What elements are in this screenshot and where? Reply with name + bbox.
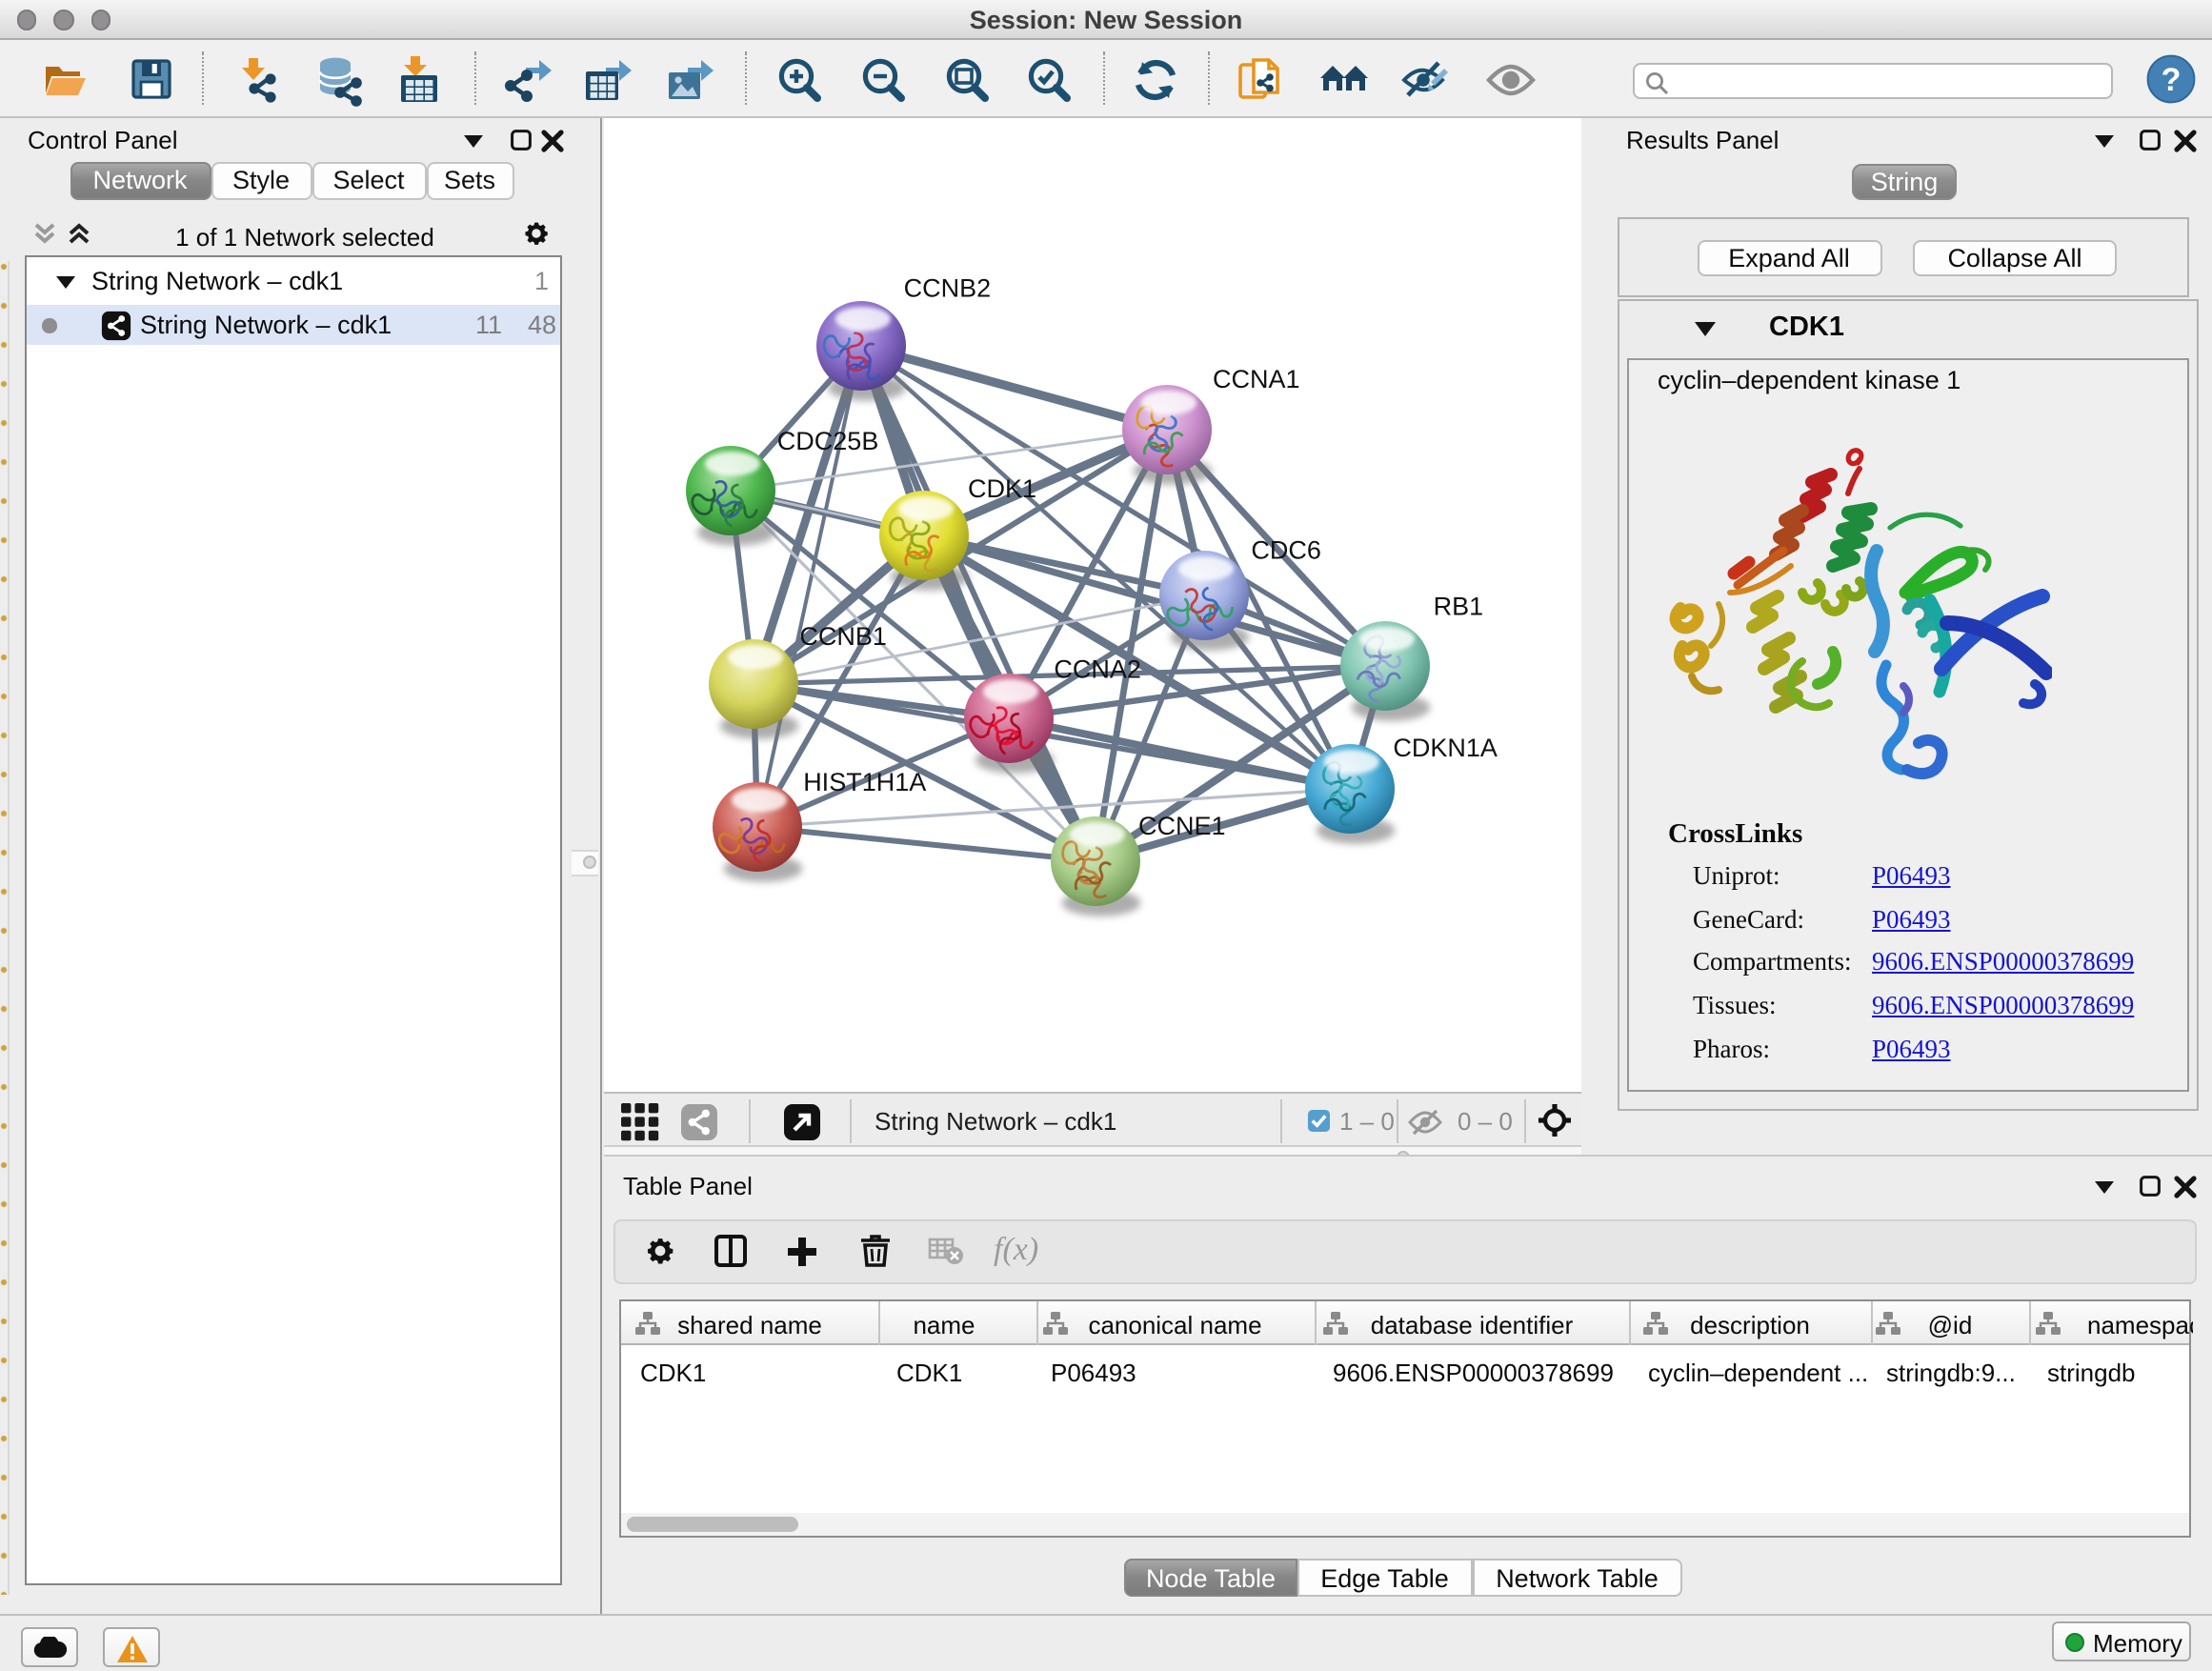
svg-text:?: ? [2162,62,2182,98]
svg-text:CDK1: CDK1 [967,474,1036,503]
svg-text:CDC25B: CDC25B [776,427,878,455]
svg-text:CDC6: CDC6 [1250,536,1320,565]
svg-text:CDKN1A: CDKN1A [1392,734,1497,762]
svg-text:CCNA1: CCNA1 [1212,365,1299,393]
svg-text:RB1: RB1 [1433,593,1483,621]
svg-text:CCNB2: CCNB2 [903,273,991,302]
svg-text:CCNE1: CCNE1 [1137,812,1225,840]
svg-text:CCNB1: CCNB1 [798,622,886,651]
svg-text:HIST1H1A: HIST1H1A [802,768,925,796]
svg-text:CCNA2: CCNA2 [1053,654,1140,683]
